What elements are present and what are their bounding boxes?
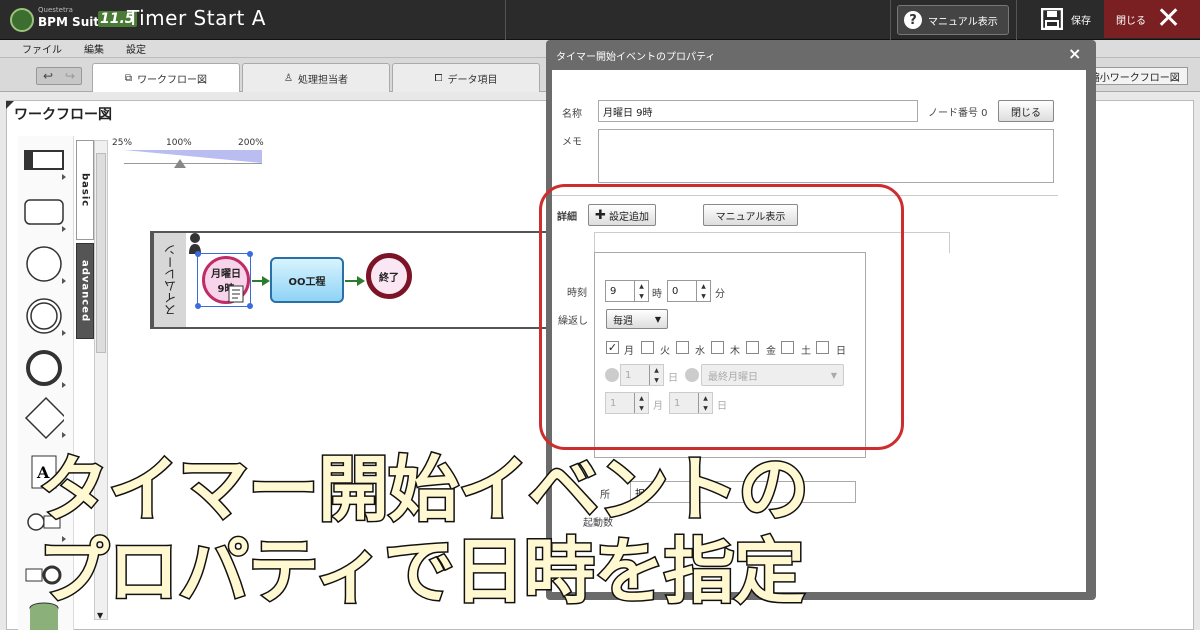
end-event[interactable]: 終了 xyxy=(366,253,412,299)
undo-icon[interactable]: ↩ xyxy=(43,69,53,83)
logo-name: BPM Suite xyxy=(38,15,108,29)
logo-mark-icon xyxy=(10,8,34,32)
banner-line-1: タイマー開始イベントの xyxy=(36,448,810,531)
close-button-label: 閉じる xyxy=(1116,15,1146,27)
save-icon xyxy=(1041,8,1063,30)
logo-company: Questetra xyxy=(38,6,73,14)
tab-workflow[interactable]: ⧉ ワークフロー図 xyxy=(92,63,240,92)
app-logo: Questetra BPM Suite 11.5 xyxy=(10,6,137,36)
tab-data-items[interactable]: ⧠ データ項目 xyxy=(392,63,540,92)
save-button[interactable]: 保存 xyxy=(1023,0,1103,38)
zoom-label: 100% xyxy=(166,138,192,148)
shrink-label: 縮小ワークフロー図 xyxy=(1089,72,1180,84)
palette-gateway-icon[interactable] xyxy=(24,396,66,440)
zoom-label: 200% xyxy=(238,138,264,148)
app-title: Timer Start A xyxy=(127,6,266,30)
palette-intermediate-event-icon[interactable] xyxy=(24,296,66,336)
divider xyxy=(890,0,891,40)
dialog-close-icon[interactable]: × xyxy=(1068,44,1086,64)
undo-redo-group: ↩ ↪ xyxy=(36,67,82,85)
zoom-track[interactable] xyxy=(124,150,262,164)
palette-tab-advanced[interactable]: advanced xyxy=(76,243,94,339)
menu-file[interactable]: ファイル xyxy=(22,41,62,56)
name-input[interactable]: 月曜日 9時 xyxy=(598,100,918,122)
node-number-label: ノード番号 0 xyxy=(928,108,988,119)
memo-textarea[interactable] xyxy=(598,129,1054,183)
task-node[interactable]: OO工程 xyxy=(270,257,344,303)
close-icon: ✕ xyxy=(1156,1,1182,36)
memo-label: メモ xyxy=(562,137,582,148)
zoom-knob[interactable] xyxy=(174,159,186,168)
tab-label: ワークフロー図 xyxy=(137,74,208,86)
palette-tab-basic[interactable]: basic xyxy=(76,140,94,240)
divider xyxy=(505,0,506,40)
redo-icon[interactable]: ↪ xyxy=(65,69,75,83)
corner-marker xyxy=(6,101,14,109)
workflow-icon: ⧉ xyxy=(124,72,133,84)
tab-label: 処理担当者 xyxy=(297,74,348,86)
dialog-close-button[interactable]: 閉じる xyxy=(998,100,1054,122)
highlight-box xyxy=(539,184,904,450)
start-event-label: 月曜日 xyxy=(211,269,241,280)
name-label: 名称 xyxy=(562,109,582,120)
palette-swimlane-icon[interactable] xyxy=(24,140,66,180)
manual-button-label: マニュアル表示 xyxy=(928,16,998,28)
divider xyxy=(1016,0,1017,40)
flow-arrowhead xyxy=(262,276,270,286)
menu-edit[interactable]: 編集 xyxy=(84,41,104,56)
tab-assignees[interactable]: ♙ 処理担当者 xyxy=(242,63,390,92)
tab-label: データ項目 xyxy=(447,74,498,86)
flow-arrowhead xyxy=(357,276,365,286)
menu-settings[interactable]: 設定 xyxy=(126,41,146,56)
swimlane-header[interactable]: スイムレーン xyxy=(152,233,186,327)
workflow-heading: ワークフロー図 xyxy=(14,107,112,123)
user-icon: ♙ xyxy=(284,72,293,84)
banner-line-2: プロパティで日時を指定 xyxy=(37,530,807,613)
help-icon: ? xyxy=(904,11,922,29)
zoom-label: 25% xyxy=(112,138,133,148)
memo-icon xyxy=(228,285,244,307)
save-button-label: 保存 xyxy=(1071,15,1091,27)
palette-start-event-icon[interactable] xyxy=(24,244,66,284)
dialog-title: タイマー開始イベントのプロパティ xyxy=(556,51,716,63)
close-button[interactable]: 閉じる ✕ xyxy=(1104,0,1200,38)
zoom-slider[interactable]: 25% 100% 200% xyxy=(112,138,272,170)
copy-icon: ⧠ xyxy=(434,72,443,84)
palette-end-event-icon[interactable] xyxy=(24,348,66,388)
manual-button[interactable]: ? マニュアル表示 xyxy=(897,5,1009,35)
palette-task-icon[interactable] xyxy=(24,192,66,232)
scrollbar-thumb[interactable] xyxy=(96,153,106,353)
